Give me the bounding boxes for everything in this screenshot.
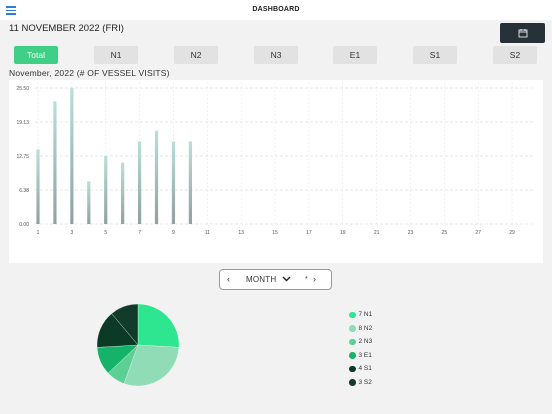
tab-n1[interactable]: N1 xyxy=(94,46,138,64)
calendar-icon xyxy=(518,29,527,38)
bar[interactable] xyxy=(137,141,142,224)
x-tick-label: 29 xyxy=(509,230,515,236)
bar[interactable] xyxy=(188,141,192,224)
next-month-button[interactable]: › xyxy=(313,274,316,284)
y-tick-label: 12.75 xyxy=(16,154,29,160)
top-bar: DASHBOARD xyxy=(0,0,552,20)
legend-item: 8 N2 xyxy=(349,322,372,336)
bar[interactable] xyxy=(121,162,125,224)
period-marker: * xyxy=(305,276,308,283)
x-tick-label: 21 xyxy=(374,230,380,236)
tab-total[interactable]: Total xyxy=(14,46,58,64)
legend-label: 3 E1 xyxy=(358,351,372,359)
x-tick-label: 13 xyxy=(238,230,244,236)
legend-label: 3 S2 xyxy=(358,378,372,386)
tab-s1[interactable]: S1 xyxy=(413,46,457,64)
legend-swatch xyxy=(349,352,356,359)
month-selector: ‹ MONTH * › xyxy=(219,269,332,290)
legend-swatch xyxy=(349,311,356,318)
tab-s2[interactable]: S2 xyxy=(493,46,537,64)
legend-label: 7 N1 xyxy=(358,311,373,319)
legend-label: 2 N3 xyxy=(358,338,373,346)
bar[interactable] xyxy=(154,130,159,224)
legend-item: 3 E1 xyxy=(349,349,372,363)
bar-chart: 0.00 6.38 12.75 19.13 25.50 1 3 5 7 9 11 13 15 17 19 21… xyxy=(9,80,543,263)
legend-item: 3 S2 xyxy=(349,376,372,390)
previous-month-button[interactable]: ‹ xyxy=(227,274,230,284)
legend-label: 4 S1 xyxy=(358,365,372,373)
calendar-button[interactable] xyxy=(500,23,545,43)
x-tick-label: 27 xyxy=(475,230,481,236)
legend-swatch xyxy=(349,338,356,345)
pie-legend: 7 N1 8 N2 2 N3 3 E1 4 S1 3 S2 xyxy=(349,308,372,389)
date-label: 11 NOVEMBER 2022 (FRI) xyxy=(9,23,124,34)
bar[interactable] xyxy=(104,156,108,224)
chevron-down-icon[interactable] xyxy=(282,276,291,282)
bar[interactable] xyxy=(87,181,91,224)
x-tick-label: 11 xyxy=(205,230,210,236)
x-tick-label: 19 xyxy=(340,230,346,236)
tab-e1[interactable]: E1 xyxy=(333,46,377,64)
pie-slice-n1[interactable] xyxy=(137,303,180,348)
legend-item: 7 N1 xyxy=(349,308,372,322)
bar[interactable] xyxy=(53,101,57,224)
bar-chart-svg: 0.006.3812.7519.1325.501 3 5 7 9 11 13 15 17 19 21… xyxy=(16,82,533,236)
y-tick-label: 0.00 xyxy=(19,222,29,228)
page-title: DASHBOARD xyxy=(252,6,300,13)
y-tick-label: 25.50 xyxy=(16,86,29,92)
tab-n3[interactable]: N3 xyxy=(254,46,298,64)
x-tick-label: 3 xyxy=(70,230,73,236)
chart-title: November, 2022 (# OF VESSEL VISITS) xyxy=(9,68,170,78)
x-tick-label: 1 xyxy=(37,230,40,236)
y-tick-label: 6.38 xyxy=(19,188,29,194)
x-tick-label: 7 xyxy=(138,230,141,236)
y-tick-label: 19.13 xyxy=(16,120,29,126)
legend-label: 8 N2 xyxy=(358,324,373,332)
bar[interactable] xyxy=(36,149,40,224)
month-mode-label[interactable]: MONTH xyxy=(246,275,276,284)
legend-item: 4 S1 xyxy=(349,362,372,376)
bar[interactable] xyxy=(70,88,74,224)
legend-swatch xyxy=(349,325,356,332)
legend-item: 2 N3 xyxy=(349,335,372,349)
x-tick-label: 23 xyxy=(408,230,414,236)
legend-swatch xyxy=(349,379,356,386)
x-tick-label: 9 xyxy=(172,230,175,236)
pie-chart xyxy=(96,303,180,387)
x-tick-label: 5 xyxy=(104,230,107,236)
x-tick-label: 17 xyxy=(306,230,312,236)
x-tick-label: 15 xyxy=(272,230,278,236)
x-tick-label: 25 xyxy=(442,230,448,236)
legend-swatch xyxy=(349,365,356,372)
bar[interactable] xyxy=(171,141,176,224)
tab-n2[interactable]: N2 xyxy=(174,46,218,64)
